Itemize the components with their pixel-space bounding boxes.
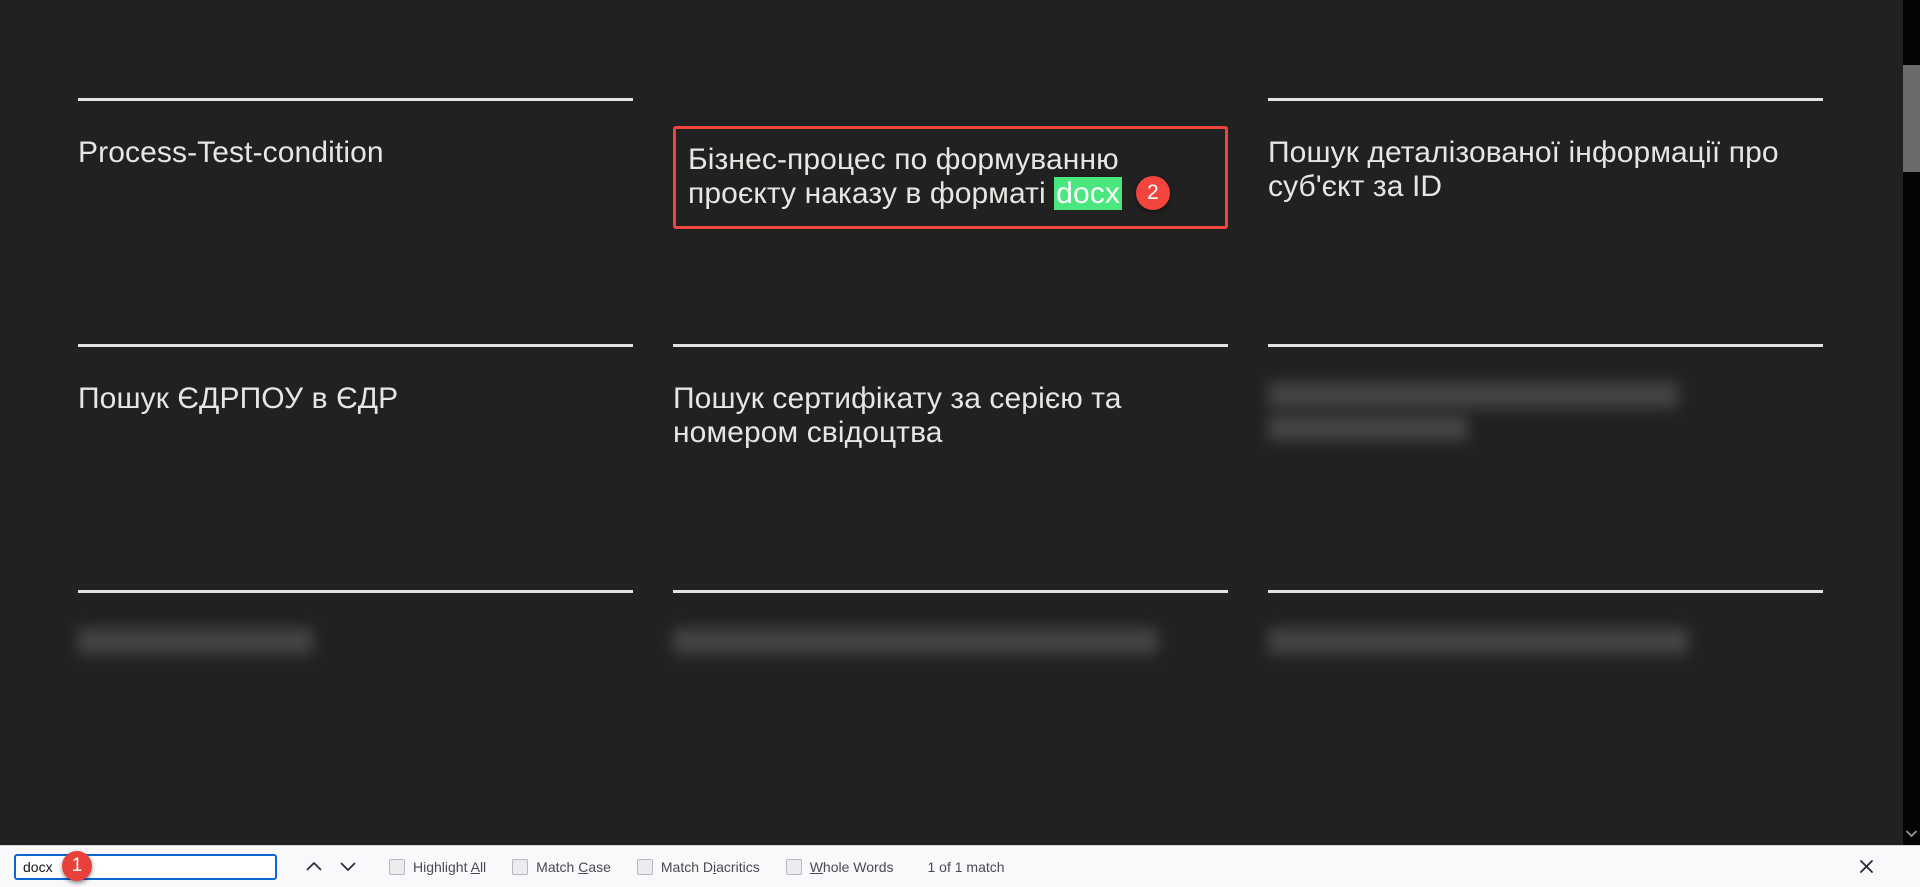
process-card-certificate-search[interactable]: Пошук сертифікату за серією та номером с… xyxy=(673,344,1228,590)
redacted-text-block xyxy=(1268,372,1823,441)
process-card[interactable] xyxy=(1268,590,1823,836)
label-pre: Match D xyxy=(660,858,714,875)
option-label-whole-words: Whole Words xyxy=(810,859,894,875)
option-label-match-diacritics: Match Diacritics xyxy=(661,859,760,875)
find-next-button[interactable] xyxy=(333,852,363,882)
process-card-grid: Process-Test-condition Бізнес-процес по … xyxy=(78,0,1838,836)
label-pre: Highlight xyxy=(413,858,471,875)
card-divider xyxy=(1268,590,1823,593)
option-match-case[interactable]: Match Case xyxy=(512,858,611,875)
redacted-text-block xyxy=(673,618,1228,654)
chevron-up-icon xyxy=(306,862,322,871)
content-scroll-area[interactable]: Process-Test-condition Бізнес-процес по … xyxy=(0,0,1920,845)
card-divider xyxy=(78,344,633,347)
process-card-edrpou-search[interactable]: Пошук ЄДРПОУ в ЄДР xyxy=(78,344,633,590)
card-title: Бізнес-процес по формуванню проєкту нака… xyxy=(688,129,1213,212)
scroll-down-arrow-icon[interactable] xyxy=(1903,823,1920,845)
label-accel: W xyxy=(809,858,823,875)
process-card[interactable] xyxy=(673,0,1228,98)
label-accel: C xyxy=(578,858,589,875)
scrollbar-thumb[interactable] xyxy=(1903,65,1920,172)
card-divider xyxy=(1268,344,1823,347)
checkbox-highlight-all[interactable] xyxy=(389,858,405,875)
card-divider xyxy=(673,590,1228,593)
option-label-match-case: Match Case xyxy=(536,859,611,875)
label-post: hole Words xyxy=(822,858,894,875)
card-title: Пошук ЄДРПОУ в ЄДР xyxy=(78,382,399,415)
find-input-wrapper: 1 xyxy=(14,850,277,881)
label-post: ll xyxy=(479,858,487,875)
card-divider xyxy=(1268,98,1823,101)
process-card-detailed-subject-search[interactable]: Пошук деталізованої інформації про суб'є… xyxy=(1268,98,1823,344)
annotation-badge-2: 2 xyxy=(1135,175,1170,210)
option-whole-words[interactable]: Whole Words xyxy=(785,858,894,875)
card-divider xyxy=(78,590,633,593)
option-label-highlight-all: Highlight All xyxy=(413,859,486,875)
option-highlight-all[interactable]: Highlight All xyxy=(389,858,486,875)
vertical-scrollbar[interactable] xyxy=(1903,0,1920,845)
card-title: Process-Test-condition xyxy=(78,136,384,169)
checkbox-whole-words[interactable] xyxy=(785,858,802,875)
close-icon xyxy=(1859,860,1873,873)
process-card[interactable] xyxy=(1268,0,1823,98)
search-highlight: docx xyxy=(1054,176,1122,210)
process-card[interactable] xyxy=(78,0,633,98)
process-card-highlighted[interactable]: Бізнес-процес по формуванню проєкту нака… xyxy=(673,126,1228,229)
checkbox-match-diacritics[interactable] xyxy=(636,858,653,875)
label-post: ase xyxy=(588,858,611,875)
process-card-wrapper: Бізнес-процес по формуванню проєкту нака… xyxy=(673,98,1228,344)
process-card-process-test-condition[interactable]: Process-Test-condition xyxy=(78,98,633,344)
label-post: acritics xyxy=(716,858,760,875)
chevron-down-icon xyxy=(340,862,356,871)
redacted-text-block xyxy=(1268,618,1823,654)
redacted-text-block xyxy=(78,618,633,654)
process-card[interactable] xyxy=(673,590,1228,836)
card-divider xyxy=(673,344,1228,347)
find-bar: 1 Highlight All Match Case Match Diacrit… xyxy=(0,845,1920,887)
annotation-badge-1: 1 xyxy=(62,850,92,881)
card-title: Пошук деталізованої інформації про суб'є… xyxy=(1268,136,1779,203)
label-pre: Match xyxy=(536,858,579,875)
option-match-diacritics[interactable]: Match Diacritics xyxy=(636,858,760,875)
find-input[interactable] xyxy=(14,853,277,880)
card-divider xyxy=(78,98,633,101)
process-card[interactable] xyxy=(1268,344,1823,590)
card-title: Пошук сертифікату за серією та номером с… xyxy=(673,382,1122,449)
process-card[interactable] xyxy=(78,590,633,836)
match-count-status: 1 of 1 match xyxy=(927,858,1005,875)
label-accel: A xyxy=(470,858,480,875)
find-close-button[interactable] xyxy=(1852,853,1880,881)
checkbox-match-case[interactable] xyxy=(512,858,529,875)
page-root: Process-Test-condition Бізнес-процес по … xyxy=(0,0,1920,887)
find-previous-button[interactable] xyxy=(299,852,329,882)
